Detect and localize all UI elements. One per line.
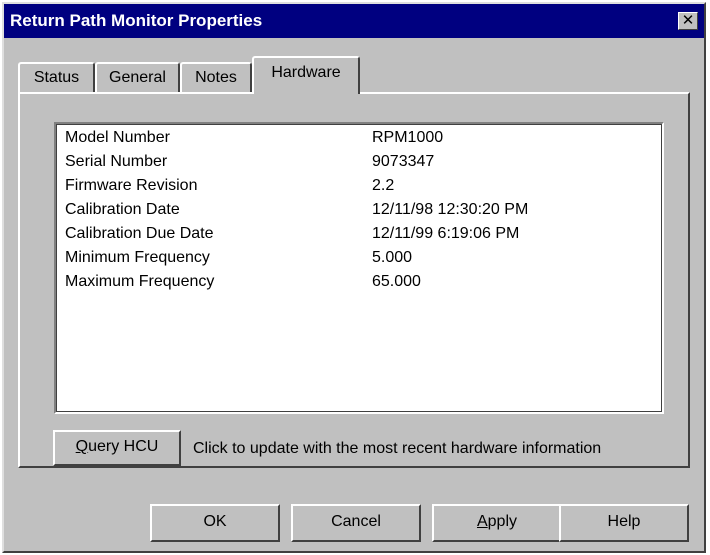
firmware-revision-label: Firmware Revision: [65, 177, 198, 194]
model-number-value: RPM1000: [372, 129, 444, 146]
tab-notes[interactable]: Notes: [180, 62, 252, 92]
calibration-date-value: 12/11/98 12:30:20 PM: [372, 201, 529, 218]
minimum-frequency-label: Minimum Frequency: [65, 249, 210, 266]
tab-hardware-label: Hardware: [271, 64, 341, 81]
serial-number-label: Serial Number: [65, 153, 168, 170]
close-button[interactable]: ✕: [678, 12, 698, 30]
list-item[interactable]: Serial Number 9073347: [65, 150, 655, 174]
properties-dialog: Return Path Monitor Properties ✕ Status …: [2, 2, 706, 553]
window-title: Return Path Monitor Properties: [10, 11, 263, 30]
title-bar[interactable]: Return Path Monitor Properties ✕: [4, 4, 704, 38]
list-item[interactable]: Firmware Revision 2.2: [65, 174, 655, 198]
calibration-due-date-label: Calibration Due Date: [65, 225, 214, 242]
tab-general[interactable]: General: [95, 62, 180, 92]
maximum-frequency-value: 65.000: [372, 273, 421, 290]
query-hint-text: Click to update with the most recent har…: [193, 440, 602, 457]
hardware-panel: Model Number RPM1000 Serial Number 90733…: [18, 92, 690, 468]
tab-status[interactable]: Status: [18, 62, 95, 92]
serial-number-value: 9073347: [372, 153, 435, 170]
ok-button[interactable]: OK: [150, 504, 280, 542]
tab-status-label: Status: [33, 69, 80, 86]
tab-general-label: General: [109, 69, 166, 86]
close-icon: ✕: [681, 12, 695, 29]
hardware-info-list[interactable]: Model Number RPM1000 Serial Number 90733…: [54, 122, 664, 414]
calibration-date-label: Calibration Date: [65, 201, 180, 218]
query-hcu-button[interactable]: Query HCU: [53, 430, 181, 466]
maximum-frequency-label: Maximum Frequency: [65, 273, 215, 290]
list-item[interactable]: Model Number RPM1000: [65, 126, 655, 150]
list-item[interactable]: Minimum Frequency 5.000: [65, 246, 655, 270]
tab-hardware[interactable]: Hardware: [252, 56, 360, 94]
list-item[interactable]: Calibration Date 12/11/98 12:30:20 PM: [65, 198, 655, 222]
firmware-revision-value: 2.2: [372, 177, 395, 194]
minimum-frequency-value: 5.000: [372, 249, 413, 266]
help-button[interactable]: Help: [559, 504, 689, 542]
calibration-due-date-value: 12/11/99 6:19:06 PM: [372, 225, 520, 242]
cancel-button[interactable]: Cancel: [291, 504, 421, 542]
list-item[interactable]: Maximum Frequency 65.000: [65, 270, 655, 294]
tab-notes-label: Notes: [195, 69, 237, 86]
apply-button[interactable]: Apply: [432, 504, 562, 542]
model-number-label: Model Number: [65, 129, 170, 146]
list-item[interactable]: Calibration Due Date 12/11/99 6:19:06 PM: [65, 222, 655, 246]
